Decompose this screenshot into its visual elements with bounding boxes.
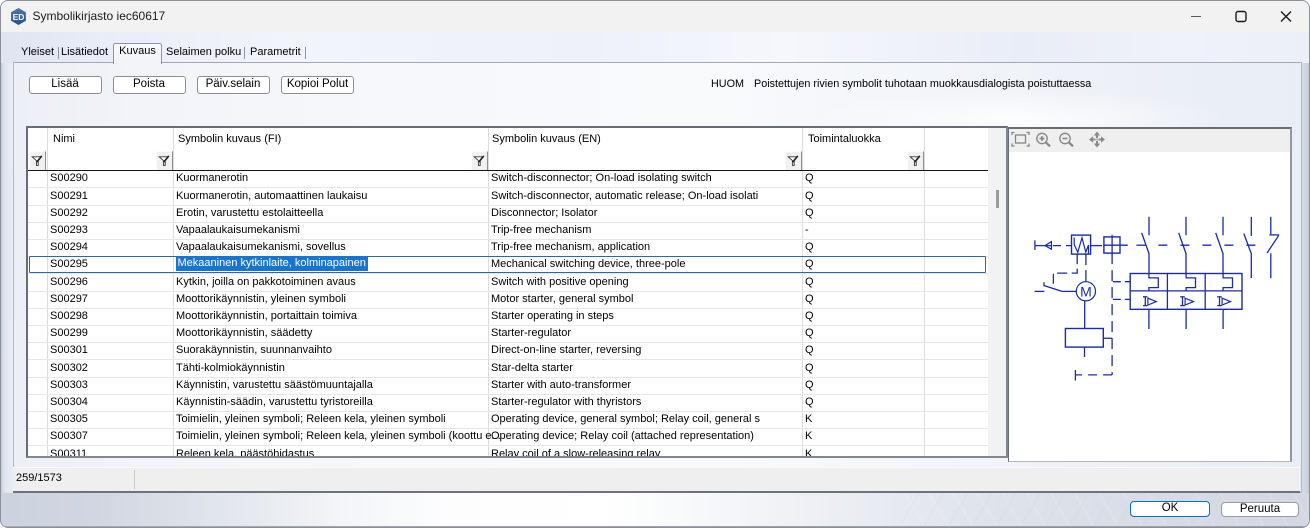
svg-text:ED: ED (12, 11, 24, 21)
svg-text:M: M (1080, 283, 1092, 299)
